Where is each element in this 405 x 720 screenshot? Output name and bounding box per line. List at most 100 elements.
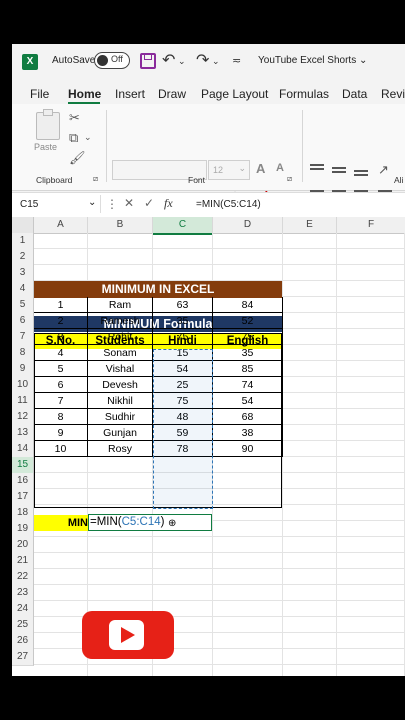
- table-cell[interactable]: 8: [34, 409, 88, 425]
- table-cell[interactable]: Devesh: [88, 377, 153, 393]
- copy-icon[interactable]: ⧉: [69, 130, 78, 146]
- font-size-select[interactable]: 12 ⌄: [208, 160, 250, 180]
- row-header[interactable]: 22: [12, 569, 34, 586]
- table-cell[interactable]: 35: [213, 345, 283, 361]
- row-header[interactable]: 15: [12, 457, 34, 474]
- tab-page-layout[interactable]: Page Layout: [201, 87, 268, 101]
- row-header[interactable]: 25: [12, 617, 34, 634]
- table-cell[interactable]: 54: [213, 393, 283, 409]
- tab-formulas[interactable]: Formulas: [279, 87, 329, 101]
- table-cell[interactable]: 78: [153, 441, 213, 457]
- align-bottom-icon[interactable]: [354, 164, 368, 176]
- row-header[interactable]: 19: [12, 521, 34, 538]
- clipboard-launcher-icon[interactable]: ⧄: [93, 174, 98, 184]
- row-header[interactable]: 10: [12, 377, 34, 394]
- tab-data[interactable]: Data: [342, 87, 367, 101]
- row-header[interactable]: 2: [12, 249, 34, 266]
- table-cell[interactable]: 1: [34, 297, 88, 313]
- column-header-e[interactable]: E: [283, 217, 337, 234]
- min-label[interactable]: MIN: [34, 515, 88, 531]
- row-header[interactable]: 16: [12, 473, 34, 490]
- table-cell[interactable]: 75: [153, 393, 213, 409]
- table-cell[interactable]: 75: [153, 329, 213, 345]
- column-header-c[interactable]: C: [153, 217, 213, 235]
- row-header[interactable]: 21: [12, 553, 34, 570]
- redo-icon[interactable]: ↷: [196, 50, 209, 70]
- table-cell[interactable]: 2: [34, 313, 88, 329]
- tab-home[interactable]: Home: [68, 87, 101, 101]
- paste-icon[interactable]: [36, 109, 60, 140]
- table-cell[interactable]: Vishal: [88, 361, 153, 377]
- row-header[interactable]: 1: [12, 233, 34, 250]
- table-cell[interactable]: Gunjan: [88, 425, 153, 441]
- table-cell[interactable]: 38: [213, 425, 283, 441]
- document-title[interactable]: YouTube Excel Shorts ⌄: [258, 55, 367, 66]
- table-cell[interactable]: 5: [34, 361, 88, 377]
- copy-dropdown-icon[interactable]: ⌄: [84, 132, 92, 143]
- align-top-icon[interactable]: [310, 164, 324, 176]
- table-cell[interactable]: 4: [34, 345, 88, 361]
- row-header[interactable]: 26: [12, 633, 34, 650]
- table-cell[interactable]: 84: [213, 297, 283, 313]
- row-header[interactable]: 4: [12, 281, 34, 298]
- table-cell[interactable]: 48: [153, 409, 213, 425]
- row-header[interactable]: 18: [12, 505, 34, 522]
- row-header[interactable]: 7: [12, 329, 34, 346]
- table-cell[interactable]: 85: [213, 361, 283, 377]
- active-cell-editor[interactable]: =MIN(C5:C14): [88, 514, 212, 531]
- table-cell[interactable]: Ram: [88, 297, 153, 313]
- tab-file[interactable]: File: [30, 87, 49, 101]
- row-header[interactable]: 12: [12, 409, 34, 426]
- autosave-toggle[interactable]: Off: [94, 52, 130, 69]
- table-cell[interactable]: 9: [34, 425, 88, 441]
- tab-draw[interactable]: Draw: [158, 87, 186, 101]
- undo-dropdown-icon[interactable]: ⌄: [178, 56, 186, 67]
- row-header[interactable]: 3: [12, 265, 34, 282]
- align-middle-icon[interactable]: [332, 164, 346, 176]
- tab-review[interactable]: Revie: [381, 87, 405, 101]
- orientation-icon[interactable]: ↗: [378, 162, 389, 178]
- row-header[interactable]: 5: [12, 297, 34, 314]
- row-header[interactable]: 24: [12, 601, 34, 618]
- table-cell[interactable]: 6: [34, 377, 88, 393]
- format-painter-icon[interactable]: 🖌: [69, 150, 86, 166]
- table-cell[interactable]: 52: [213, 313, 283, 329]
- table-cell[interactable]: 90: [213, 441, 283, 457]
- row-header[interactable]: 17: [12, 489, 34, 506]
- table-cell[interactable]: 68: [213, 409, 283, 425]
- sheet-title[interactable]: MINIMUM IN EXCEL: [34, 281, 282, 298]
- table-cell[interactable]: 25: [153, 377, 213, 393]
- row-header[interactable]: 14: [12, 441, 34, 458]
- row-header[interactable]: 8: [12, 345, 34, 362]
- table-cell[interactable]: 63: [153, 297, 213, 313]
- youtube-play-icon[interactable]: [82, 611, 174, 659]
- table-cell[interactable]: 59: [153, 425, 213, 441]
- tab-insert[interactable]: Insert: [115, 87, 145, 101]
- table-cell[interactable]: Ramesh: [88, 313, 153, 329]
- formula-input[interactable]: =MIN(C5:C14): [196, 199, 261, 210]
- table-cell[interactable]: 15: [153, 345, 213, 361]
- row-header[interactable]: 6: [12, 313, 34, 330]
- table-cell[interactable]: Rosy: [88, 441, 153, 457]
- table-cell[interactable]: 35: [153, 313, 213, 329]
- table-cell[interactable]: 3: [34, 329, 88, 345]
- row-header[interactable]: 23: [12, 585, 34, 602]
- table-cell[interactable]: Nikhil: [88, 393, 153, 409]
- redo-dropdown-icon[interactable]: ⌄: [212, 56, 220, 67]
- font-launcher-icon[interactable]: ⧄: [287, 174, 292, 184]
- column-header-f[interactable]: F: [337, 217, 405, 234]
- row-header[interactable]: 27: [12, 649, 34, 666]
- select-all-corner[interactable]: [12, 217, 34, 234]
- table-cell[interactable]: 7: [34, 393, 88, 409]
- column-header-d[interactable]: D: [213, 217, 283, 234]
- cancel-icon[interactable]: ✕: [124, 196, 134, 210]
- row-header[interactable]: 20: [12, 537, 34, 554]
- table-cell[interactable]: 54: [153, 361, 213, 377]
- cut-icon[interactable]: ✂: [69, 110, 80, 126]
- table-cell[interactable]: Sonam: [88, 345, 153, 361]
- undo-icon[interactable]: ↶: [162, 50, 175, 70]
- column-header-a[interactable]: A: [34, 217, 88, 234]
- spreadsheet-grid[interactable]: A B C D E F 1 2 3 4 5 6 7 8 9 10 11 12 13 14 15 16 17 18 1…: [12, 217, 405, 676]
- row-header[interactable]: 13: [12, 425, 34, 442]
- column-header-b[interactable]: B: [88, 217, 153, 234]
